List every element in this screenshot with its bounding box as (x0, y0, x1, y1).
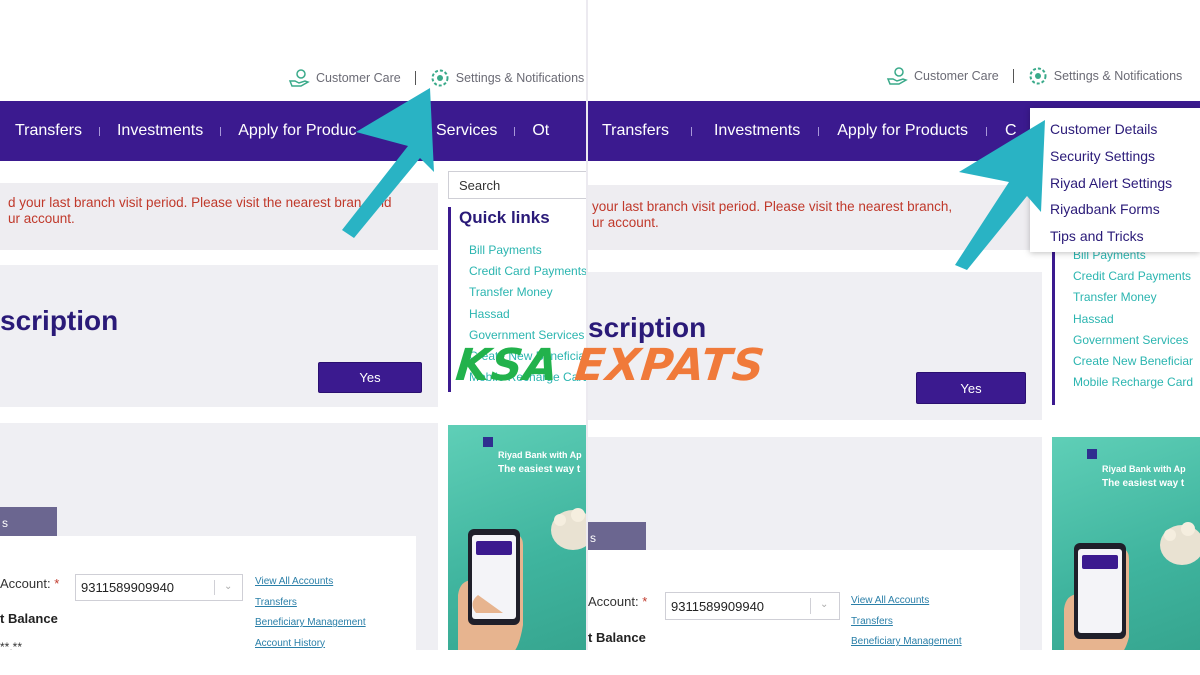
account-select[interactable]: 9311589909940 ⌄ (665, 592, 840, 620)
nav-separator (514, 126, 516, 136)
quick-link-hassad[interactable]: Hassad (1073, 309, 1193, 330)
alert-line-1: d your last branch visit period. Please … (8, 195, 362, 210)
phone-in-hand-illustration (1064, 522, 1200, 650)
promo-banner[interactable]: Riyad Bank with Ap The easiest way t (448, 425, 587, 650)
pointer-arrow-icon (342, 88, 434, 238)
nav-transfers[interactable]: Transfers (602, 122, 669, 140)
select-separator (810, 598, 811, 614)
nav-transfers[interactable]: Transfers (15, 122, 82, 140)
quick-link-transfer-money[interactable]: Transfer Money (1073, 287, 1193, 308)
link-transfers[interactable]: Transfers (255, 593, 366, 614)
promo-line-1: Riyad Bank with Ap (498, 450, 582, 460)
watermark-part-2: EXPATS (572, 340, 768, 391)
quick-link-credit-card-payments[interactable]: Credit Card Payments (469, 261, 587, 282)
quick-link-bill-payments[interactable]: Bill Payments (469, 240, 587, 261)
menu-item-tips-and-tricks[interactable]: Tips and Tricks (1030, 223, 1200, 250)
utility-separator (414, 71, 416, 85)
nav-separator (220, 126, 222, 136)
account-label: Account: * (588, 594, 647, 609)
menu-item-customer-details[interactable]: Customer Details (1030, 116, 1200, 143)
link-beneficiary-management[interactable]: Beneficiary Management (255, 613, 366, 634)
customer-care-icon (288, 69, 310, 87)
settings-gear-icon (431, 69, 449, 87)
promo-line-2: The easiest way t (498, 464, 581, 475)
account-select[interactable]: 9311589909940 ⌄ (75, 574, 243, 601)
account-links: View All Accounts Transfers Beneficiary … (851, 591, 962, 650)
nav-separator (690, 126, 692, 136)
right-screenshot-panel: Customer Care Settings & Notifications T… (588, 0, 1200, 650)
menu-item-riyadbank-forms[interactable]: Riyadbank Forms (1030, 196, 1200, 223)
customer-care-icon (886, 67, 908, 85)
account-label-text: Account: (0, 576, 51, 591)
pointer-arrow-icon (955, 120, 1045, 270)
settings-notifications-label: Settings & Notifications (455, 71, 585, 85)
quick-link-create-new-beneficiary[interactable]: Create New Beneficiar (1073, 351, 1193, 372)
menu-item-security-settings[interactable]: Security Settings (1030, 143, 1200, 170)
link-transfers[interactable]: Transfers (851, 612, 962, 633)
utility-separator (1012, 69, 1014, 83)
yes-button[interactable]: Yes (916, 372, 1026, 404)
nav-offers[interactable]: Ot (532, 122, 549, 140)
quick-link-transfer-money[interactable]: Transfer Money (469, 282, 587, 303)
nav-investments[interactable]: Investments (714, 122, 800, 140)
ksa-expats-watermark: KSA EXPATS (453, 340, 767, 391)
watermark-part-1: KSA (453, 340, 562, 391)
customer-care-link[interactable]: Customer Care (886, 66, 999, 86)
bottom-margin (0, 650, 1200, 675)
nav-separator (818, 126, 820, 136)
required-mark: * (642, 594, 648, 609)
yes-button[interactable]: Yes (318, 362, 422, 393)
utility-bar: Customer Care Settings & Notifications (288, 68, 584, 88)
customer-care-link[interactable]: Customer Care (288, 68, 401, 88)
link-view-all-accounts[interactable]: View All Accounts (255, 572, 366, 593)
balance-label: t Balance (0, 611, 58, 626)
settings-dropdown-menu: Customer Details Security Settings Riyad… (1030, 108, 1200, 252)
settings-notifications-label: Settings & Notifications (1053, 69, 1183, 83)
link-beneficiary-management[interactable]: Beneficiary Management (851, 632, 962, 650)
main-nav: Transfers Investments Apply for Produc O… (0, 101, 587, 161)
quick-link-government-services[interactable]: Government Services (1073, 330, 1193, 351)
promo-logo-mark (483, 437, 493, 447)
settings-gear-icon (1029, 67, 1047, 85)
utility-bar: Customer Care Settings & Notifications (886, 66, 1182, 86)
link-view-all-accounts[interactable]: View All Accounts (851, 591, 962, 612)
menu-item-riyad-alert-settings[interactable]: Riyad Alert Settings (1030, 170, 1200, 197)
phone-in-hand-illustration (458, 508, 587, 650)
customer-care-label: Customer Care (316, 71, 401, 85)
customer-care-label: Customer Care (914, 69, 999, 83)
select-separator (214, 580, 215, 595)
promo-banner[interactable]: Riyad Bank with Ap The easiest way t (1052, 437, 1200, 650)
search-input[interactable]: Search (448, 171, 587, 199)
subscription-title: scription (0, 305, 119, 336)
nav-separator (98, 126, 100, 136)
promo-logo-mark (1087, 449, 1097, 459)
account-label: Account: * (0, 576, 59, 591)
account-tab[interactable]: s (0, 507, 57, 538)
chevron-down-icon: ⌄ (224, 581, 233, 592)
account-label-text: Account: (588, 594, 639, 609)
settings-notifications-link[interactable]: Settings & Notifications (1028, 66, 1183, 86)
quick-link-credit-card-payments[interactable]: Credit Card Payments (1073, 266, 1193, 287)
settings-notifications-link[interactable]: Settings & Notifications (430, 68, 585, 88)
nav-investments[interactable]: Investments (117, 122, 203, 140)
promo-line-2: The easiest way t (1102, 478, 1185, 489)
left-screenshot-panel: Customer Care Settings & Notifications T… (0, 0, 587, 650)
masked-balance: **.** (0, 640, 23, 650)
quick-links-title: Quick links (459, 208, 550, 227)
quick-link-mobile-recharge-card[interactable]: Mobile Recharge Card (1073, 372, 1193, 393)
link-account-history[interactable]: Account History (255, 634, 366, 651)
balance-label: t Balance (588, 630, 646, 645)
quick-links-list: Bill Payments Credit Card Payments Trans… (1073, 245, 1193, 393)
quick-link-hassad[interactable]: Hassad (469, 304, 587, 325)
promo-line-1: Riyad Bank with Ap (1102, 464, 1186, 474)
account-number: 9311589909940 (81, 580, 175, 595)
account-number: 9311589909940 (671, 598, 765, 614)
chevron-down-icon: ⌄ (820, 599, 829, 610)
account-links: View All Accounts Transfers Beneficiary … (255, 572, 366, 650)
required-mark: * (54, 576, 60, 591)
